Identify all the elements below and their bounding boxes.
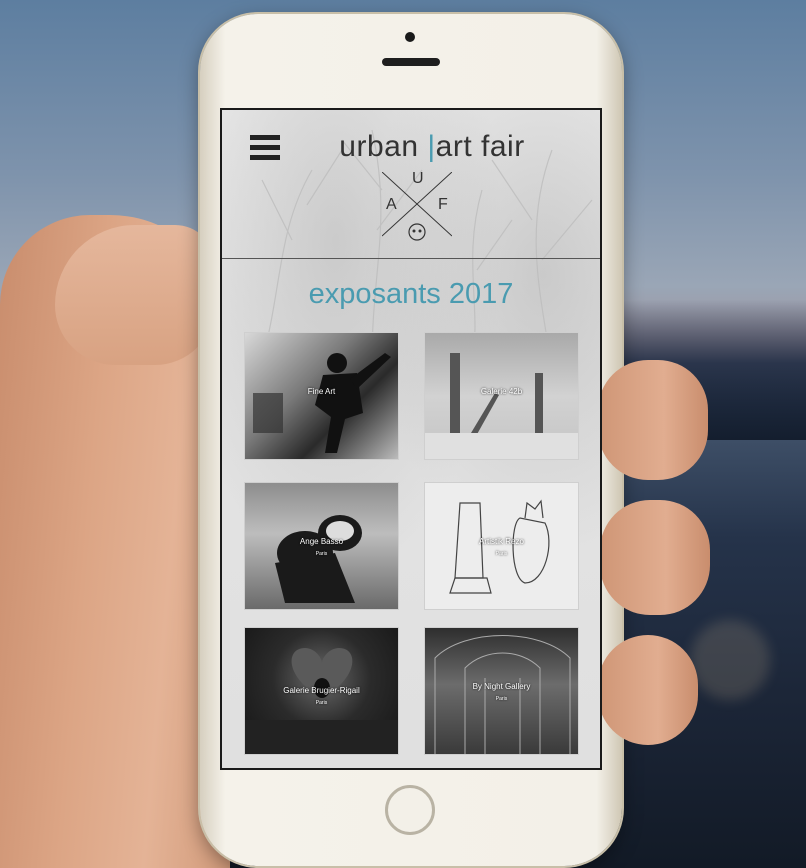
exhibitor-city: Paris (495, 551, 508, 557)
logo-separator: | (427, 130, 436, 163)
exhibitor-name: Ange Basso (299, 537, 344, 546)
exhibitor-name: Fine Art (307, 387, 336, 396)
exhibitor-image (425, 353, 578, 459)
exhibitor-name: Galerie Brugier-Rigail (283, 686, 360, 695)
monogram-letter-a: A (386, 196, 397, 213)
front-camera (405, 32, 415, 42)
exhibitor-name: By Night Gallery (472, 682, 531, 691)
exhibitor-card[interactable]: Galerie 42b (424, 332, 579, 460)
exhibitor-city: Paris (315, 700, 328, 706)
home-button[interactable] (385, 785, 435, 835)
exhibitor-card[interactable]: Ange Basso Paris (244, 482, 399, 610)
exhibitor-card[interactable]: Galerie Brugier-Rigail Paris (244, 627, 399, 755)
phone-screen: urban |art fair U A F exposants 2017 Fin… (220, 108, 602, 770)
earpiece-speaker (382, 58, 440, 66)
exhibitor-card[interactable]: Artistik Rezo Paris (424, 482, 579, 610)
exhibitor-name: Artistik Rezo (479, 537, 524, 546)
exhibitor-image (275, 515, 362, 603)
logo-text-urban: urban (339, 130, 428, 163)
monogram-letter-f: F (438, 196, 448, 213)
exhibitor-city: Paris (315, 551, 328, 557)
app-header: urban |art fair U A F (222, 110, 600, 260)
exhibitor-card[interactable]: Fine Art (244, 332, 399, 460)
finger (598, 360, 708, 480)
thumb (55, 225, 215, 365)
exhibitor-card[interactable]: By Night Gallery Paris (424, 627, 579, 755)
page-title: exposants 2017 (308, 278, 514, 310)
header-divider (222, 258, 600, 259)
finger (600, 500, 710, 615)
logo-wordmark[interactable]: urban |art fair (322, 130, 542, 164)
exhibitor-image (434, 635, 571, 754)
auf-monogram: U A F (382, 170, 452, 244)
hamburger-menu-icon[interactable] (250, 135, 280, 163)
exhibitor-name: Galerie 42b (480, 387, 523, 396)
logo-text-art-fair: art fair (435, 130, 525, 163)
exhibitor-image (253, 353, 391, 453)
monogram-letter-u: U (412, 170, 424, 187)
finger (598, 635, 698, 745)
background-light (690, 620, 770, 700)
exhibitor-city: Paris (495, 696, 508, 702)
exhibitor-image (449, 499, 550, 594)
